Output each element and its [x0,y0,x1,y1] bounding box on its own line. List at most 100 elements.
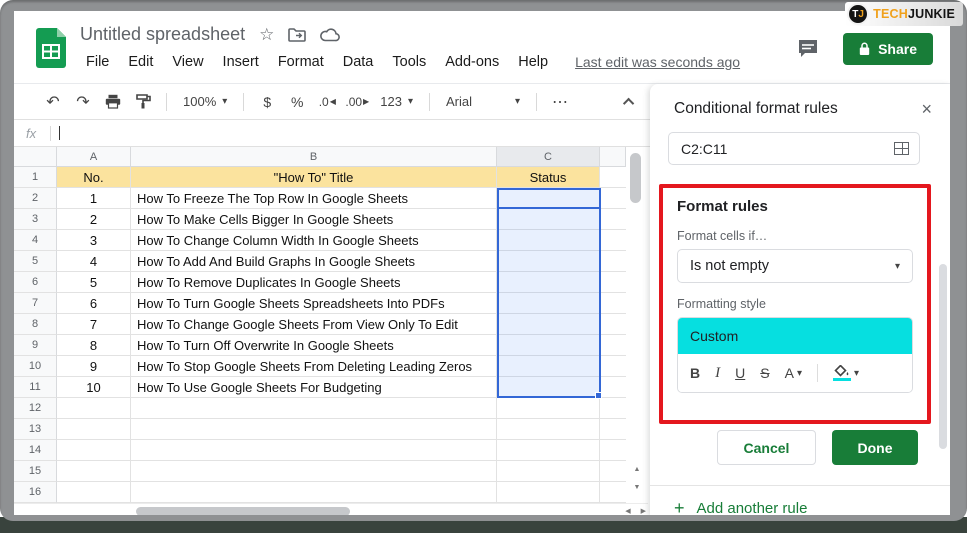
done-button[interactable]: Done [832,430,918,465]
row-header-7[interactable]: 7 [14,293,57,314]
underline-button[interactable]: U [735,365,745,381]
add-another-rule-button[interactable]: + Add another rule [674,498,807,515]
cell-d3[interactable] [600,209,626,230]
menu-insert[interactable]: Insert [217,52,265,72]
cell-d15[interactable] [600,461,626,482]
cell-c14[interactable] [497,440,600,461]
cell-b8[interactable]: How To Change Google Sheets From View On… [131,314,497,335]
close-icon[interactable]: × [921,100,932,118]
undo-icon[interactable]: ↶ [40,90,66,114]
google-sheets-logo-icon[interactable] [36,28,66,83]
cell-a8[interactable]: 7 [57,314,131,335]
menu-addons[interactable]: Add-ons [439,52,505,72]
row-header-11[interactable]: 11 [14,377,57,398]
condition-dropdown[interactable]: Is not empty ▾ [677,249,913,283]
cell-b13[interactable] [131,419,497,440]
cell-b1[interactable]: "How To" Title [131,167,497,188]
comment-icon[interactable] [797,39,819,59]
column-header-c[interactable]: C [497,147,600,167]
cell-a9[interactable]: 8 [57,335,131,356]
column-header-d[interactable] [600,147,626,167]
vertical-scrollbar[interactable]: ▲ ▼ [626,147,648,503]
row-header-8[interactable]: 8 [14,314,57,335]
horizontal-scrollbar[interactable]: ◀ ▶ [14,503,648,515]
cell-d10[interactable] [600,356,626,377]
cell-a12[interactable] [57,398,131,419]
cell-b6[interactable]: How To Remove Duplicates In Google Sheet… [131,272,497,293]
zoom-select[interactable]: 100% ▾ [177,94,233,109]
row-header-5[interactable]: 5 [14,251,57,272]
italic-button[interactable]: I [715,365,720,382]
format-percent-button[interactable]: % [284,90,310,114]
menu-file[interactable]: File [80,52,115,72]
cell-c13[interactable] [497,419,600,440]
cell-d6[interactable] [600,272,626,293]
cell-b4[interactable]: How To Change Column Width In Google She… [131,230,497,251]
cell-b2[interactable]: How To Freeze The Top Row In Google Shee… [131,188,497,209]
cell-a7[interactable]: 6 [57,293,131,314]
cell-b7[interactable]: How To Turn Google Sheets Spreadsheets I… [131,293,497,314]
column-header-b[interactable]: B [131,147,497,167]
cell-d2[interactable] [600,188,626,209]
cell-a15[interactable] [57,461,131,482]
cell-a2[interactable]: 1 [57,188,131,209]
cell-c15[interactable] [497,461,600,482]
scroll-left-button[interactable]: ◀ [625,507,630,515]
menu-data[interactable]: Data [337,52,380,72]
cell-a11[interactable]: 10 [57,377,131,398]
cloud-saved-icon[interactable] [320,28,340,42]
move-to-folder-icon[interactable] [288,28,306,42]
increase-decimal-button[interactable]: .00▶ [344,90,370,114]
row-header-12[interactable]: 12 [14,398,57,419]
scroll-up-button[interactable]: ▲ [626,461,648,477]
format-currency-button[interactable]: $ [254,90,280,114]
print-icon[interactable] [100,90,126,114]
font-select[interactable]: Arial ▾ [440,94,526,109]
menu-edit[interactable]: Edit [122,52,159,72]
cell-b16[interactable] [131,482,497,503]
cell-d14[interactable] [600,440,626,461]
cell-a10[interactable]: 9 [57,356,131,377]
cell-d11[interactable] [600,377,626,398]
fill-color-button[interactable]: ▾ [833,365,859,381]
apply-to-range-input[interactable]: C2:C11 [668,132,920,165]
row-header-1[interactable]: 1 [14,167,57,188]
cell-d1[interactable] [600,167,626,188]
cell-a6[interactable]: 5 [57,272,131,293]
select-all-corner[interactable] [14,147,57,167]
cell-d13[interactable] [600,419,626,440]
cell-b11[interactable]: How To Use Google Sheets For Budgeting [131,377,497,398]
cell-d8[interactable] [600,314,626,335]
cell-a5[interactable]: 4 [57,251,131,272]
cell-c1[interactable]: Status [497,167,600,188]
paint-format-icon[interactable] [130,90,156,114]
menu-help[interactable]: Help [512,52,554,72]
select-data-range-icon[interactable] [894,142,909,155]
row-header-3[interactable]: 3 [14,209,57,230]
last-edit-link[interactable]: Last edit was seconds ago [575,54,740,70]
cell-b12[interactable] [131,398,497,419]
row-header-14[interactable]: 14 [14,440,57,461]
row-header-10[interactable]: 10 [14,356,57,377]
row-header-4[interactable]: 4 [14,230,57,251]
formula-bar[interactable]: fx [14,120,650,147]
cell-a4[interactable]: 3 [57,230,131,251]
cell-a3[interactable]: 2 [57,209,131,230]
scroll-down-button[interactable]: ▼ [626,479,648,495]
cell-d7[interactable] [600,293,626,314]
star-icon[interactable]: ☆ [259,26,274,43]
document-title[interactable]: Untitled spreadsheet [80,24,245,45]
active-cell-c2[interactable] [497,188,601,209]
cell-a1[interactable]: No. [57,167,131,188]
panel-scrollbar-thumb[interactable] [939,264,947,449]
text-color-button[interactable]: A ▾ [785,365,802,381]
cell-d4[interactable] [600,230,626,251]
cell-b3[interactable]: How To Make Cells Bigger In Google Sheet… [131,209,497,230]
cell-a14[interactable] [57,440,131,461]
horizontal-scrollbar-thumb[interactable] [136,507,350,515]
menu-tools[interactable]: Tools [386,52,432,72]
scroll-right-button[interactable]: ▶ [641,507,646,515]
bold-button[interactable]: B [690,365,700,381]
collapse-toolbar-button[interactable] [618,90,642,114]
row-header-6[interactable]: 6 [14,272,57,293]
